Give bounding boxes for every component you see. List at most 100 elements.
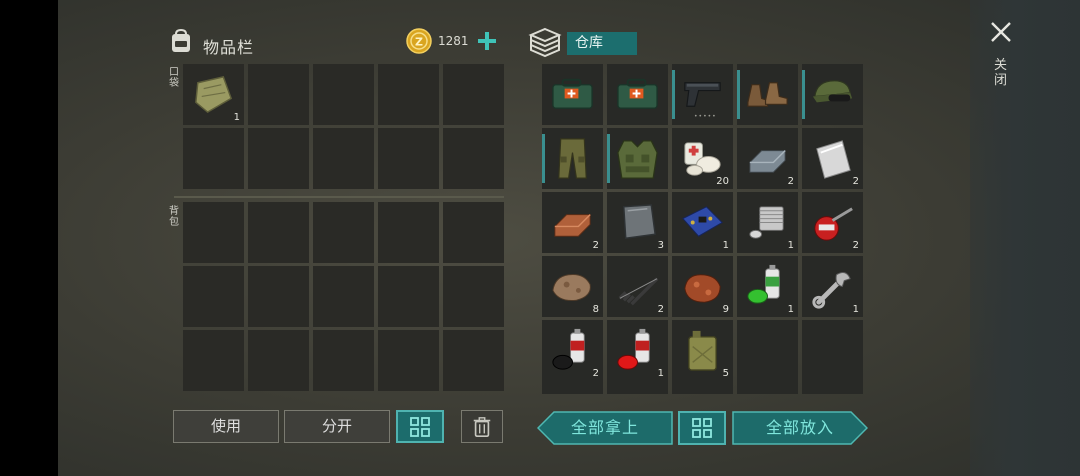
inventory-slot[interactable] xyxy=(248,202,309,263)
pocket-label: 口袋 xyxy=(169,67,179,89)
inventory-slot[interactable]: 2 xyxy=(607,256,668,317)
stash-icon xyxy=(528,27,562,58)
inventory-slot[interactable]: 3 xyxy=(607,192,668,253)
inventory-slot[interactable] xyxy=(313,128,374,189)
black-spray-icon xyxy=(552,328,585,370)
inventory-slot[interactable] xyxy=(183,330,244,391)
inventory-title: 物品栏 xyxy=(203,38,255,57)
inventory-slot[interactable] xyxy=(443,64,504,125)
inventory-slot[interactable] xyxy=(313,64,374,125)
inventory-slot[interactable]: 5 xyxy=(672,320,733,381)
discard-button[interactable] xyxy=(461,410,503,443)
copper-ore-icon xyxy=(684,274,721,303)
inventory-slot[interactable] xyxy=(248,330,309,391)
inventory-slot[interactable] xyxy=(313,202,374,263)
inventory-slot[interactable] xyxy=(802,64,863,125)
use-button[interactable]: 使用 xyxy=(173,410,279,443)
inventory-slot[interactable] xyxy=(378,202,439,263)
svg-text:Z: Z xyxy=(415,36,423,49)
item-quantity: 20 xyxy=(716,176,729,187)
inventory-slot[interactable] xyxy=(737,64,798,125)
close-icon[interactable] xyxy=(989,20,1013,44)
inventory-slot[interactable]: 2 xyxy=(542,192,603,253)
inventory-slot[interactable] xyxy=(607,64,668,125)
inventory-slot[interactable] xyxy=(443,202,504,263)
inventory-slot[interactable] xyxy=(443,330,504,391)
circuit-board-icon xyxy=(682,206,723,237)
split-button[interactable]: 分开 xyxy=(284,410,390,443)
iron-ingot-icon xyxy=(749,150,786,173)
right-side-panel xyxy=(970,0,1080,476)
inventory-slot[interactable] xyxy=(802,320,863,381)
green-spray-icon xyxy=(747,264,780,304)
inventory-slot[interactable] xyxy=(378,330,439,391)
durability-dots: ••••• xyxy=(694,113,717,120)
inventory-slot[interactable] xyxy=(248,266,309,327)
inventory-slot[interactable]: 2 xyxy=(542,320,603,381)
medkit-icon xyxy=(617,78,658,109)
item-quantity: 2 xyxy=(787,176,794,187)
inventory-slot[interactable] xyxy=(313,330,374,391)
inventory-slot[interactable] xyxy=(542,64,603,125)
inventory-slot[interactable] xyxy=(378,266,439,327)
item-quantity: 9 xyxy=(722,304,729,315)
inventory-slot[interactable] xyxy=(443,128,504,189)
sort-inventory-button[interactable] xyxy=(396,410,444,443)
inventory-slot[interactable]: 8 xyxy=(542,256,603,317)
take-all-button[interactable]: 全部拿上 xyxy=(537,411,673,445)
inventory-slot[interactable] xyxy=(248,64,309,125)
pocket-grid: 1 xyxy=(183,64,504,189)
inventory-slot[interactable]: 2 xyxy=(737,128,798,189)
inventory-slot[interactable]: 1 xyxy=(737,192,798,253)
inventory-slot[interactable] xyxy=(313,266,374,327)
inventory-slot[interactable] xyxy=(183,202,244,263)
inventory-slot[interactable] xyxy=(443,266,504,327)
sort-stash-button[interactable] xyxy=(678,411,726,445)
grid-sort-icon xyxy=(410,417,430,437)
left-black-bar xyxy=(0,0,58,476)
inventory-slot[interactable]: 20 xyxy=(672,128,733,189)
inventory-slot[interactable] xyxy=(378,128,439,189)
add-coins-button[interactable] xyxy=(476,30,498,52)
item-quantity: 1 xyxy=(852,304,859,315)
grid-sort-icon xyxy=(692,418,712,438)
close-label[interactable]: 关闭 xyxy=(994,58,1008,88)
inventory-slot[interactable]: 9 xyxy=(672,256,733,317)
put-all-label: 全部放入 xyxy=(765,418,834,437)
copper-ingot-icon xyxy=(554,214,591,237)
take-all-label: 全部拿上 xyxy=(570,418,639,437)
metal-sheet-icon xyxy=(622,204,656,240)
inventory-slot[interactable]: ••••• xyxy=(672,64,733,125)
inventory-slot[interactable]: 2 xyxy=(802,128,863,189)
item-quantity: 2 xyxy=(592,368,599,379)
item-quantity: 5 xyxy=(722,368,729,379)
inventory-slot[interactable]: 1 xyxy=(607,320,668,381)
inventory-slot[interactable]: 1 xyxy=(737,256,798,317)
coin-icon: Z xyxy=(406,28,432,54)
stash-title: 仓库 xyxy=(567,32,637,55)
inventory-slot[interactable] xyxy=(248,128,309,189)
inventory-slot[interactable]: 1 xyxy=(802,256,863,317)
item-quantity: 1 xyxy=(233,112,240,123)
trash-icon xyxy=(473,417,491,437)
spring-icon xyxy=(618,277,659,306)
inventory-slot[interactable]: 1 xyxy=(672,192,733,253)
stash-next-row xyxy=(542,380,863,394)
inventory-slot[interactable] xyxy=(378,64,439,125)
inventory-slot[interactable] xyxy=(183,128,244,189)
put-all-button[interactable]: 全部放入 xyxy=(732,411,868,445)
inventory-slot[interactable]: 2 xyxy=(802,192,863,253)
inventory-slot[interactable] xyxy=(542,128,603,189)
inventory-slot[interactable] xyxy=(607,128,668,189)
inventory-slot[interactable] xyxy=(737,320,798,381)
pants-icon xyxy=(558,138,587,179)
item-quantity: 1 xyxy=(722,240,729,251)
oil-can-icon xyxy=(814,207,853,241)
backpack-icon xyxy=(172,28,190,52)
boots-icon xyxy=(747,82,788,107)
item-quantity: 2 xyxy=(852,240,859,251)
jerrycan-icon xyxy=(688,330,717,371)
inventory-slot[interactable] xyxy=(183,266,244,327)
item-quantity: 2 xyxy=(657,304,664,315)
inventory-slot[interactable]: 1 xyxy=(183,64,244,125)
